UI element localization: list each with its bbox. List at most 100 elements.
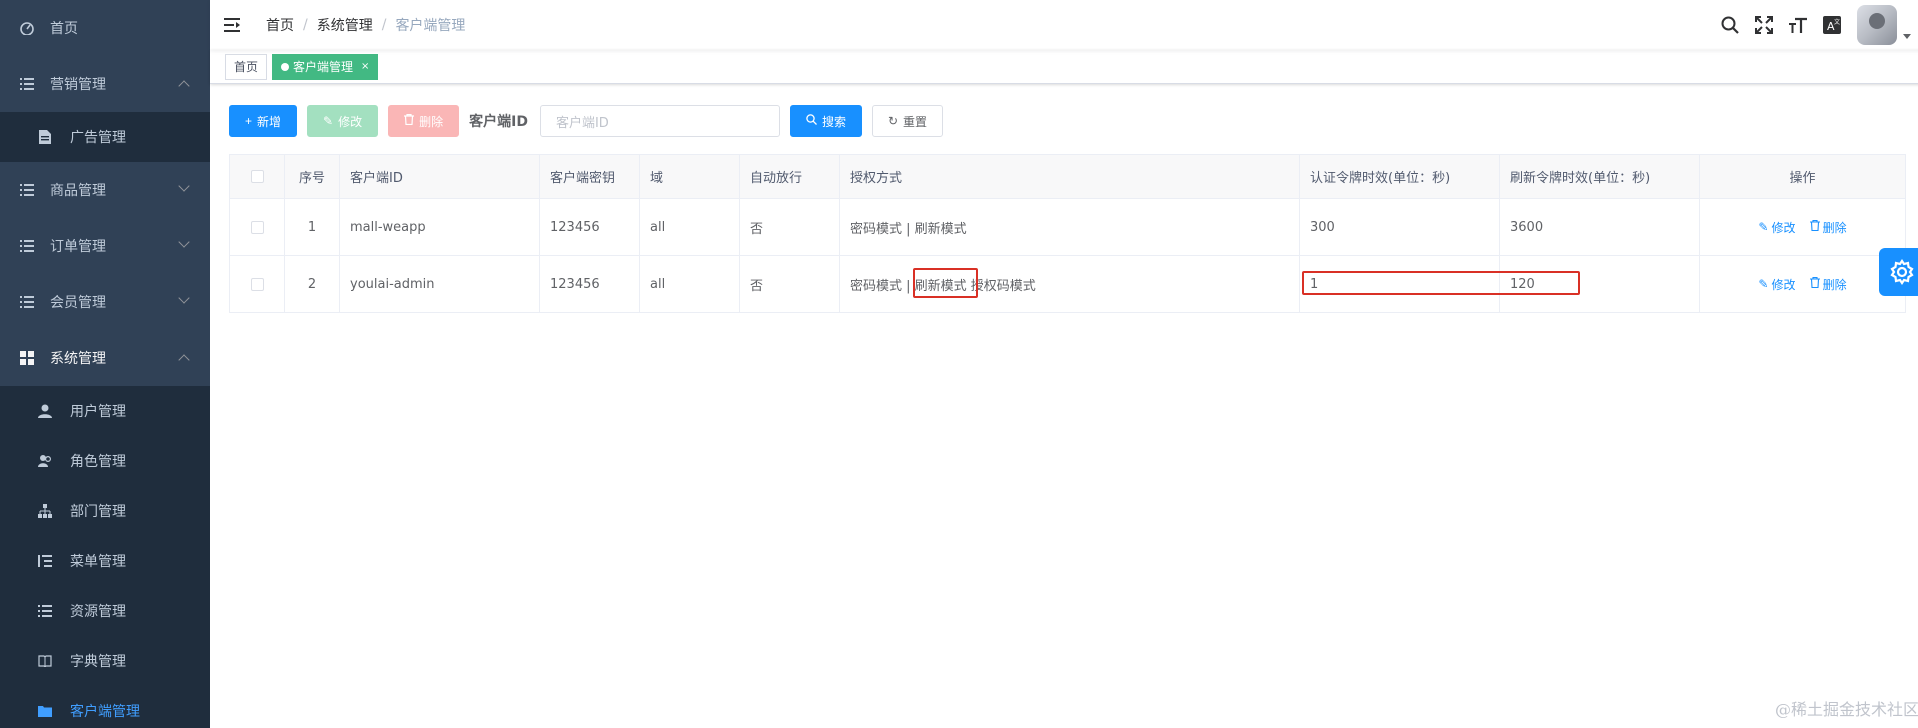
language-icon[interactable]: A文 — [1821, 14, 1843, 36]
list-icon — [20, 183, 34, 197]
cell-scope: all — [639, 198, 740, 256]
tag-clients[interactable]: 客户端管理 × — [272, 53, 379, 80]
table-row: 1 mall-weapp 123456 all 否 密码模式 | 刷新模式 30… — [229, 198, 1906, 256]
edit-button[interactable]: ✎ 修改 — [307, 105, 379, 137]
sidebar-item-home[interactable]: 首页 — [0, 0, 210, 56]
font-size-icon[interactable] — [1787, 14, 1809, 36]
cell-index: 1 — [284, 198, 340, 256]
sidebar-item-label: 会员管理 — [50, 295, 106, 311]
chevron-up-icon — [178, 354, 190, 366]
highlight-refresh-mode — [913, 268, 978, 298]
cell-client-id: mall-weapp — [339, 198, 540, 256]
chevron-down-icon — [178, 236, 190, 248]
grid-icon — [20, 351, 34, 365]
edit-button-label: 修改 — [338, 114, 363, 129]
breadcrumb-home[interactable]: 首页 — [266, 15, 294, 35]
list-icon — [20, 77, 34, 91]
row-delete-label: 删除 — [1822, 220, 1847, 235]
sidebar-item-dict[interactable]: 字典管理 — [0, 636, 210, 686]
reset-button[interactable]: ↻ 重置 — [871, 105, 944, 137]
row-delete-link[interactable]: 删除 — [1809, 276, 1847, 293]
column-header: 授权方式 — [839, 154, 1300, 199]
breadcrumb: 首页 / 系统管理 / 客户端管理 — [266, 15, 465, 35]
cell-grant-types: 密码模式 | 刷新模式 — [839, 198, 1300, 256]
row-edit-link[interactable]: ✎ 修改 — [1758, 219, 1795, 236]
client-id-label: 客户端ID — [469, 114, 528, 130]
checkbox[interactable] — [250, 220, 264, 234]
trash-icon — [1809, 220, 1820, 234]
sidebar-item-users[interactable]: 用户管理 — [0, 386, 210, 436]
gear-icon — [1890, 259, 1914, 285]
close-icon[interactable]: × — [361, 55, 369, 79]
sidebar-item-goods[interactable]: 商品管理 — [0, 162, 210, 218]
clients-table: 序号 客户端ID 客户端密钥 域 自动放行 授权方式 认证令牌时效(单位：秒) … — [229, 154, 1906, 313]
delete-button[interactable]: 删除 — [388, 105, 460, 137]
trash-icon — [1809, 277, 1820, 291]
sidebar-item-marketing[interactable]: 营销管理 — [0, 56, 210, 112]
sidebar-item-clients[interactable]: 客户端管理 — [0, 686, 210, 728]
sidebar-item-menus[interactable]: 菜单管理 — [0, 536, 210, 586]
svg-text:文: 文 — [1834, 18, 1840, 26]
row-select-cell[interactable] — [229, 198, 285, 256]
dashboard-icon — [20, 21, 34, 35]
right-menu: A文 — [1707, 0, 1911, 50]
caret-down-icon[interactable] — [1903, 33, 1911, 39]
cell-scope: all — [639, 255, 740, 313]
list-icon — [20, 239, 34, 253]
toolbar: + 新增 ✎ 修改 删除 客户端ID 客户端ID 搜索 ↻ 重置 — [229, 104, 1906, 138]
list-icon — [38, 604, 52, 618]
book-icon — [38, 654, 52, 668]
tag-label: 客户端管理 — [293, 59, 354, 74]
sidebar-item-ads[interactable]: 广告管理 — [0, 112, 210, 162]
cell-access-validity: 300 — [1299, 198, 1500, 256]
breadcrumb-separator: / — [303, 17, 308, 33]
row-delete-label: 删除 — [1822, 277, 1847, 292]
trash-icon — [404, 114, 415, 128]
sidebar-item-label: 订单管理 — [50, 239, 106, 255]
sidebar-item-label: 首页 — [50, 21, 78, 37]
user-icon — [38, 404, 52, 418]
search-button[interactable]: 搜索 — [789, 105, 862, 137]
sidebar: 首页 营销管理 广告管理 商品管理 订单管理 会员管理 系统管理 用户管理 角色… — [0, 0, 210, 728]
sidebar-item-system[interactable]: 系统管理 — [0, 330, 210, 386]
chevron-up-icon — [178, 80, 190, 92]
delete-button-label: 删除 — [419, 114, 444, 129]
sidebar-item-depts[interactable]: 部门管理 — [0, 486, 210, 536]
sidebar-item-label: 角色管理 — [70, 454, 126, 470]
sidebar-item-roles[interactable]: 角色管理 — [0, 436, 210, 486]
avatar[interactable] — [1857, 5, 1897, 45]
client-id-input[interactable]: 客户端ID — [539, 105, 780, 137]
cell-secret: 123456 — [539, 255, 640, 313]
column-header: 客户端密钥 — [539, 154, 640, 199]
sidebar-item-label: 商品管理 — [50, 183, 106, 199]
reset-button-label: 重置 — [903, 114, 928, 129]
folder-icon — [38, 704, 52, 718]
cell-refresh-validity: 3600 — [1499, 198, 1700, 256]
submenu-system: 用户管理 角色管理 部门管理 菜单管理 资源管理 字典管理 客户端管理 — [0, 386, 210, 728]
fullscreen-icon[interactable] — [1753, 14, 1775, 36]
row-select-cell[interactable] — [229, 255, 285, 313]
edit-icon: ✎ — [1758, 220, 1769, 234]
tag-home[interactable]: 首页 — [225, 53, 268, 80]
hamburger-icon[interactable] — [224, 17, 242, 33]
add-button[interactable]: + 新增 — [229, 105, 298, 137]
grant-text: 密码模式 | — [850, 278, 915, 294]
navbar: 首页 / 系统管理 / 客户端管理 A文 — [210, 0, 1918, 50]
checkbox[interactable] — [250, 170, 264, 183]
select-all-cell[interactable] — [229, 154, 285, 199]
checkbox[interactable] — [250, 277, 264, 291]
cell-auto-approve: 否 — [739, 255, 840, 313]
breadcrumb-system[interactable]: 系统管理 — [317, 15, 373, 35]
row-edit-link[interactable]: ✎ 修改 — [1758, 276, 1795, 293]
row-delete-link[interactable]: 删除 — [1809, 219, 1847, 236]
main-container: 首页 / 系统管理 / 客户端管理 A文 首页 客户端管理 × + 新增 ✎ 修… — [210, 0, 1918, 728]
settings-button[interactable] — [1879, 248, 1918, 296]
sidebar-item-orders[interactable]: 订单管理 — [0, 218, 210, 274]
refresh-icon: ↻ — [887, 114, 899, 128]
document-icon — [38, 130, 52, 144]
sidebar-item-label: 菜单管理 — [70, 554, 126, 570]
search-icon[interactable] — [1719, 14, 1741, 36]
tree-table-icon — [38, 554, 52, 568]
sidebar-item-resources[interactable]: 资源管理 — [0, 586, 210, 636]
sidebar-item-members[interactable]: 会员管理 — [0, 274, 210, 330]
